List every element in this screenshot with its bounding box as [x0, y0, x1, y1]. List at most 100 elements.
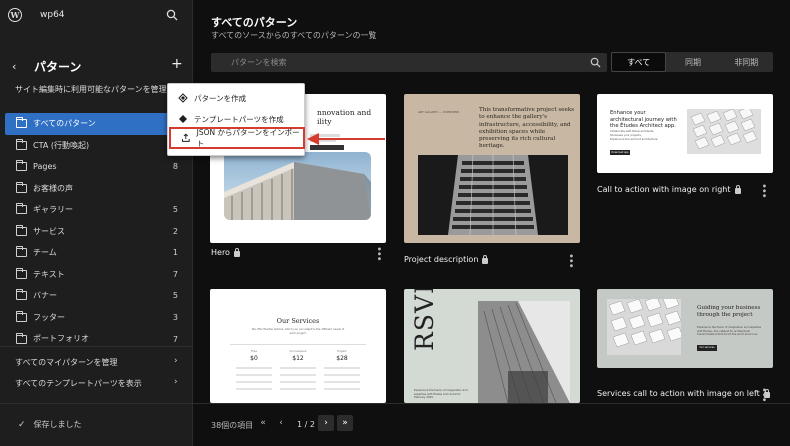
pattern-category-list: すべてのパターン CTA (行動喚起) Pages 8 お客様の声 ギャラリー 5 …: [5, 113, 188, 344]
folder-icon: [16, 246, 27, 258]
lock-icon: [233, 247, 240, 257]
sidebar-item-all-patterns[interactable]: すべてのパターン: [5, 113, 188, 135]
sidebar-item-count: 3: [172, 312, 178, 322]
plan-feature-line: [324, 367, 360, 369]
pattern-icon: [178, 93, 188, 103]
sidebar-description: サイト編集時に利用可能なパターンを管理します: [15, 85, 191, 94]
pattern-preview-project-description[interactable]: ART GALLERY — OVERVIEW This transformati…: [404, 94, 580, 243]
pattern-title-label: Services call to action with image on le…: [597, 389, 760, 398]
sidebar-item-count: 2: [172, 226, 178, 236]
sidebar-item-team[interactable]: チーム 1: [5, 242, 188, 264]
folder-icon: [16, 224, 27, 236]
last-page-button[interactable]: »: [337, 415, 353, 431]
sidebar-item-testimonials[interactable]: お客様の声: [5, 178, 188, 200]
main-content: すべてのパターン すべてのソースからのすべてのパターンの一覧 パターンを検索 す…: [193, 0, 790, 446]
plan-name: Free: [251, 349, 257, 353]
more-options-icon[interactable]: •••: [565, 253, 576, 268]
sidebar-item-label: ポートフォリオ: [33, 334, 89, 343]
sidebar: W wp64 ‹ パターン + サイト編集時に利用可能なパターンを管理します す…: [0, 0, 193, 446]
add-pattern-plus-icon[interactable]: +: [171, 56, 183, 72]
services-heading: Our Services: [276, 317, 320, 325]
sidebar-item-gallery[interactable]: ギャラリー 5: [5, 199, 188, 221]
menu-item-label: パターンを作成: [194, 93, 247, 103]
previous-page-button[interactable]: ‹: [273, 415, 289, 431]
sidebar-item-label: サービス: [33, 226, 65, 236]
plan-feature-line: [280, 367, 316, 369]
filter-all[interactable]: すべて: [611, 52, 667, 72]
next-page-button[interactable]: ›: [318, 415, 334, 431]
rsvp-heading: RSVP: [410, 289, 439, 351]
show-template-parts-link[interactable]: すべてのテンプレートパーツを表示: [15, 378, 142, 389]
sidebar-item-footer[interactable]: フッター 3: [5, 307, 188, 329]
pattern-preview-rsvp[interactable]: RSVP Experience the fusion of imaginatio…: [404, 289, 580, 403]
annotation-arrow-icon: [307, 133, 385, 145]
pattern-preview-our-services[interactable]: Our Services We offer flexible options, …: [210, 289, 386, 403]
sidebar-item-label: Pages: [33, 162, 57, 172]
hero-image: [224, 152, 371, 220]
import-pattern-from-json-menu-item[interactable]: JSON からパターンをインポート: [169, 127, 305, 149]
chevron-right-icon: ›: [174, 377, 178, 387]
plan-name: Expert: [337, 349, 347, 353]
pagination-divider: [193, 403, 790, 404]
pattern-search-input[interactable]: パターンを検索: [211, 53, 607, 72]
sidebar-item-label: フッター: [33, 312, 65, 322]
add-pattern-dropdown: パターンを作成 テンプレートパーツを作成 JSON からパターンをインポート: [167, 83, 305, 156]
pattern-title-cta-image-right: Call to action with image on right: [597, 184, 741, 194]
project-caption: ART GALLERY — OVERVIEW: [418, 110, 459, 114]
services-cta-text: Experience the fusion of imagination and…: [697, 326, 761, 336]
sidebar-item-text[interactable]: テキスト 7: [5, 264, 188, 286]
chevron-right-icon: ›: [174, 356, 178, 366]
pattern-title-hero: Hero: [211, 247, 240, 257]
hero-heading-fragment: nnovation and ility: [317, 108, 372, 126]
page-indicator: 1 / 2: [297, 420, 315, 429]
folder-icon: [16, 203, 27, 215]
sidebar-item-count: 1: [172, 248, 178, 258]
plan-feature-line: [280, 388, 316, 390]
plan-price: $28: [336, 355, 348, 362]
manage-my-patterns-link[interactable]: すべてのマイパターンを管理: [15, 357, 118, 368]
save-status: ✓ 保存しました: [18, 419, 82, 430]
more-options-icon[interactable]: •••: [758, 387, 769, 402]
folder-icon: [16, 333, 27, 344]
site-name[interactable]: wp64: [40, 10, 65, 20]
more-options-icon[interactable]: •••: [758, 183, 769, 198]
checkmark-icon: ✓: [18, 419, 26, 430]
more-options-icon[interactable]: •••: [373, 246, 384, 261]
sidebar-item-portfolio[interactable]: ポートフォリオ 7: [5, 328, 188, 344]
plan-feature-line: [280, 374, 316, 376]
plan-feature-line: [324, 374, 360, 376]
pattern-preview-services-cta-image-left[interactable]: Guiding your business through the projec…: [597, 289, 773, 368]
sidebar-footer-divider: [0, 403, 193, 404]
sidebar-title: パターン: [34, 59, 82, 74]
search-icon[interactable]: [166, 9, 178, 24]
plan-price: $12: [292, 355, 304, 362]
first-page-button[interactable]: «: [255, 415, 271, 431]
plan-feature-line: [236, 388, 272, 390]
sidebar-item-cta[interactable]: CTA (行動喚起): [5, 135, 188, 157]
pattern-preview-cta-image-right[interactable]: Enhance your architectural journey with …: [597, 94, 773, 173]
plan-feature-line: [280, 381, 316, 383]
sidebar-item-services[interactable]: サービス 2: [5, 221, 188, 243]
folder-icon: [16, 138, 27, 150]
plan-column: Connoisseur $12: [280, 349, 316, 390]
sidebar-item-count: 7: [172, 269, 178, 279]
create-pattern-menu-item[interactable]: パターンを作成: [168, 87, 306, 109]
services-cta-image: [607, 299, 681, 355]
folder-icon: [16, 267, 27, 279]
rsvp-image: [478, 301, 570, 403]
menu-item-label: JSON からパターンをインポート: [196, 128, 300, 148]
sidebar-item-count: 8: [172, 162, 178, 172]
pattern-title-label: Hero: [211, 248, 230, 257]
plan-feature-line: [324, 381, 360, 383]
sidebar-item-label: お客様の声: [33, 183, 73, 193]
wordpress-logo-icon[interactable]: W: [8, 8, 22, 22]
back-chevron-icon[interactable]: ‹: [12, 60, 16, 73]
sidebar-item-label: CTA (行動喚起): [33, 140, 90, 150]
sidebar-item-banner[interactable]: バナー 5: [5, 285, 188, 307]
save-status-label: 保存しました: [33, 420, 82, 429]
filter-synced[interactable]: 同期: [666, 52, 719, 72]
sidebar-header: ‹ パターン +: [0, 56, 193, 76]
sidebar-item-pages[interactable]: Pages 8: [5, 156, 188, 178]
plan-feature-line: [236, 367, 272, 369]
filter-unsynced[interactable]: 非同期: [720, 52, 773, 72]
